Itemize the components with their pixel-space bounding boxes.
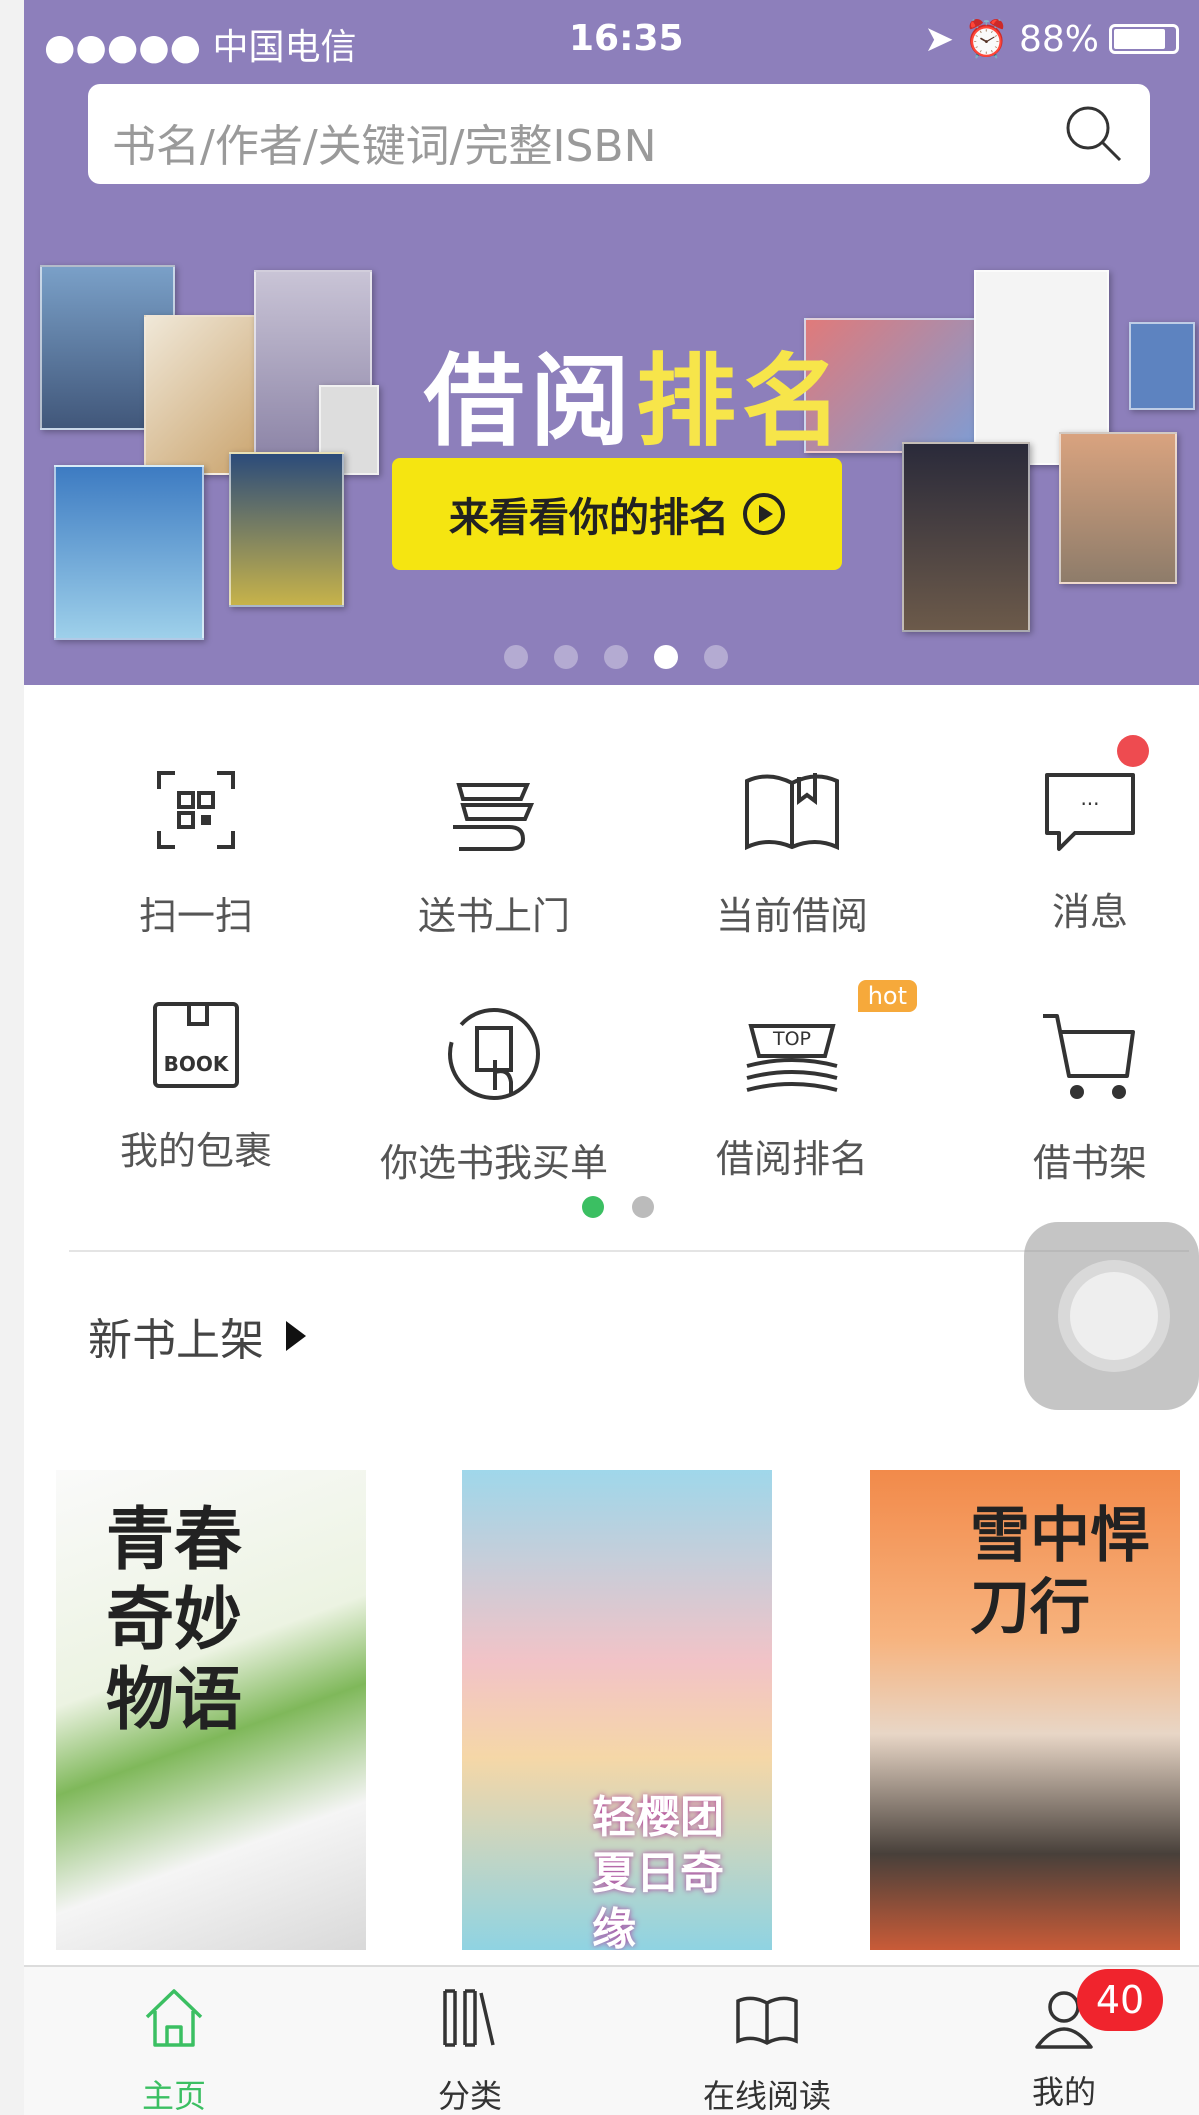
tab-label: 分类 (437, 2077, 502, 2115)
search-icon[interactable] (1060, 100, 1128, 168)
new-books-header[interactable]: 新书上架 (88, 1304, 306, 1368)
section-divider (69, 1250, 1189, 1252)
pager-dot-active[interactable] (582, 1196, 604, 1218)
book-cover-title: 雪中悍刀行 (970, 1501, 1150, 1643)
banner-book-cover (229, 452, 344, 607)
banner-book-cover (54, 465, 204, 640)
category-icon (443, 1989, 495, 2047)
ranking-icon (746, 1024, 838, 1092)
quick-action-label: 消息 (1051, 890, 1128, 934)
open-book-icon (745, 773, 839, 851)
status-right: ➤ ⏰ 88% (924, 18, 1179, 60)
message-icon: ··· (1045, 773, 1135, 851)
banner-dot[interactable] (604, 645, 628, 669)
quick-action-delivery[interactable]: 送书上门 (344, 755, 644, 940)
qr-scan-icon (157, 771, 235, 849)
quick-action-label: 扫一扫 (138, 894, 253, 938)
tab-label: 主页 (141, 2077, 206, 2115)
package-icon: BOOK (153, 1002, 239, 1088)
alarm-icon: ⏰ (964, 19, 1009, 60)
assistive-touch-button[interactable] (1024, 1222, 1199, 1410)
carrier-label: ●●●●● 中国电信 (44, 27, 357, 68)
pager-dot[interactable] (632, 1196, 654, 1218)
select-book-icon (448, 1008, 540, 1100)
bottom-tab-bar: 主页 分类 在线阅读 40 我的 (24, 1965, 1199, 2115)
banner-book-cover (902, 442, 1030, 632)
ranking-icon-text: TOP (772, 1028, 812, 1050)
view-ranking-button[interactable]: 来看看你的排名 (392, 458, 842, 570)
banner-dot[interactable] (704, 645, 728, 669)
banner-book-cover (1059, 432, 1177, 584)
tab-category[interactable]: 分类 (370, 1983, 570, 2115)
quick-action-label: 借书架 (1032, 1141, 1147, 1185)
quick-action-label: 当前借阅 (715, 894, 868, 938)
tab-label: 在线阅读 (702, 2077, 831, 2115)
battery-icon (1109, 24, 1179, 54)
notification-badge: 40 (1077, 1969, 1163, 2031)
tab-online-reading[interactable]: 在线阅读 (667, 1983, 867, 2115)
status-bar: ●●●●● 中国电信 16:35 ➤ ⏰ 88% (24, 10, 1199, 70)
book-cover[interactable]: 雪中悍刀行 (870, 1470, 1180, 1950)
arrow-circle-icon (743, 493, 785, 535)
book-delivery-icon (453, 783, 535, 851)
message-icon-wrap: ··· (1035, 735, 1149, 865)
banner-title-white: 借阅 (424, 343, 636, 460)
quick-action-package[interactable]: BOOK 我的包裹 (46, 1002, 346, 1175)
profile-icon-wrap: 40 (1029, 1969, 1163, 2053)
quick-action-label: 你选书我买单 (379, 1141, 608, 1185)
home-icon (145, 1989, 203, 2047)
view-ranking-label: 来看看你的排名 (449, 495, 729, 541)
header-banner: ●●●●● 中国电信 16:35 ➤ ⏰ 88% 书名/作者/关键词/完整ISB… (24, 0, 1199, 685)
banner-book-cover (144, 315, 264, 475)
banner-dot[interactable] (504, 645, 528, 669)
banner-title: 借阅排名 (424, 320, 848, 465)
quick-action-current-borrow[interactable]: 当前借阅 (642, 755, 942, 940)
tab-home[interactable]: 主页 (74, 1983, 274, 2115)
book-cover-title: 青春奇妙物语 (106, 1500, 243, 1740)
quick-action-pick-book[interactable]: 你选书我买单 (344, 1002, 644, 1187)
hot-tag: hot (857, 980, 917, 1012)
svg-text:···: ··· (1080, 792, 1099, 816)
quick-action-shelf[interactable]: 借书架 (940, 1002, 1199, 1187)
banner-dot-active[interactable] (654, 645, 678, 669)
banner-pagination[interactable] (504, 645, 728, 669)
location-icon: ➤ (923, 18, 955, 60)
quick-action-label: 我的包裹 (119, 1129, 272, 1173)
search-placeholder[interactable]: 书名/作者/关键词/完整ISBN (112, 110, 656, 174)
book-cover-title: 轻樱团夏日奇缘 (592, 1792, 724, 1950)
book-cover[interactable]: 轻樱团夏日奇缘 (462, 1470, 772, 1950)
banner-book-cover (1129, 322, 1195, 410)
quick-action-messages[interactable]: ··· 消息 (940, 735, 1199, 936)
quick-action-label: 送书上门 (417, 894, 570, 938)
tab-label: 我的 (1031, 2073, 1096, 2111)
quick-action-label: 借阅排名 (715, 1137, 868, 1181)
package-icon-text: BOOK (163, 1052, 229, 1076)
quick-action-scan[interactable]: 扫一扫 (46, 755, 346, 940)
banner-title-yellow: 排名 (636, 343, 848, 460)
tab-profile[interactable]: 40 我的 (964, 1969, 1164, 2113)
ranking-icon-wrap: TOP hot (737, 980, 917, 1112)
status-time: 16:35 (569, 18, 684, 59)
quick-action-ranking[interactable]: TOP hot 借阅排名 (642, 980, 942, 1183)
cart-icon (1043, 1014, 1135, 1099)
unread-dot (1117, 735, 1149, 767)
banner-dot[interactable] (554, 645, 578, 669)
new-books-title: 新书上架 (88, 1315, 264, 1366)
search-bar[interactable]: 书名/作者/关键词/完整ISBN (88, 84, 1150, 184)
battery-percent: 88% (1018, 18, 1099, 60)
play-arrow-icon (286, 1321, 306, 1351)
book-cover[interactable]: 青春奇妙物语 (56, 1470, 366, 1950)
online-reading-icon (736, 1996, 798, 2045)
app-screen: ●●●●● 中国电信 16:35 ➤ ⏰ 88% 书名/作者/关键词/完整ISB… (24, 0, 1199, 2115)
quick-action-pagination[interactable] (582, 1196, 654, 1218)
